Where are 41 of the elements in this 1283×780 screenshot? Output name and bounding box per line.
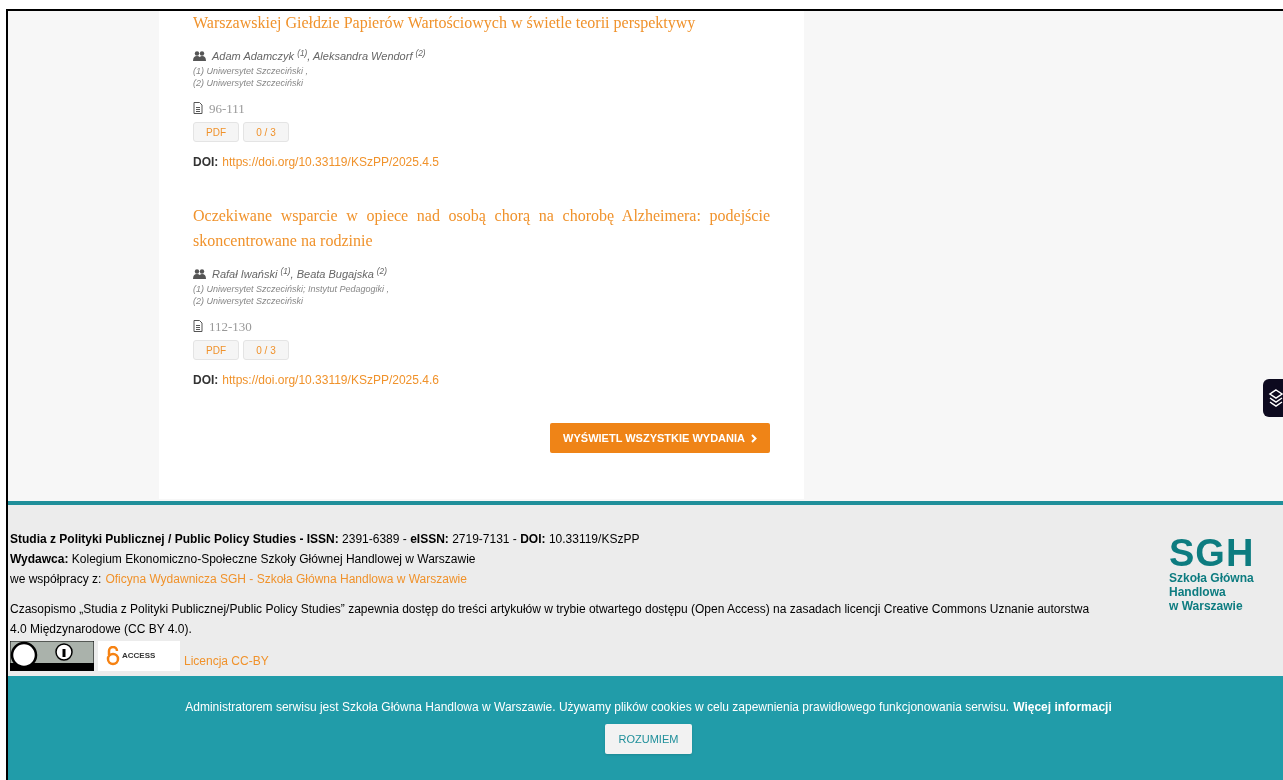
article-title-link[interactable]: Oczekiwane wsparcie w opiece nad osobą chorą na chorobę Alzheimera: podejście skoncentrowane na rodzinie — [193, 203, 770, 253]
cookie-notice-text: Administratorem serwisu jest Szkoła Główna Handlowa w Warszawie. Używamy plików cookies w celu zapewnienia prawidłowego funkcjonowania serwisu. — [185, 699, 1010, 716]
license-link[interactable]: Licencja CC-BY — [184, 651, 269, 671]
author-affiliation: (2) Uniwersytet Szczeciński — [193, 294, 304, 307]
cooperation-label: we współpracy z: — [10, 571, 102, 588]
doi-label: DOI: — [193, 372, 219, 389]
accept-cookies-button[interactable]: ROZUMIEM — [604, 724, 693, 754]
doi-link[interactable]: https://doi.org/10.33119/KSzPP/2025.4.6 — [222, 371, 439, 389]
sgh-logo-caption: Handlowa — [1169, 585, 1227, 599]
sgh-logo-caption: w Warszawie — [1169, 599, 1244, 613]
article-authors: Rafał Iwański $^{(1)}$, Beata Bugajska $^{(2)}$ — [212, 266, 387, 282]
doi-link[interactable]: https://doi.org/10.33119/KSzPP/2025.4.5 — [222, 153, 439, 171]
article-button[interactable]: PDF — [193, 340, 239, 360]
chevron-right-icon — [751, 433, 757, 443]
article-button[interactable]: PDF — [193, 122, 239, 142]
page-range: 96-111 — [209, 99, 245, 118]
journal-info: Studia z Polityki Publicznej / Public Policy Studies - ISSN: 2391-6389 - eISSN: 2719-7131 - DOI: 10.33119/KSzPP — [10, 531, 641, 548]
author-affiliation: (1) Uniwersytet Szczeciński , — [193, 64, 309, 77]
users-icon — [193, 51, 206, 62]
document-icon — [193, 102, 203, 115]
cc-by-license-icon — [10, 641, 94, 671]
author-affiliation: (2) Uniwersytet Szczeciński — [193, 76, 304, 89]
author-affiliation: (1) Uniwersytet Szczeciński; Instytut Pedagogiki , — [193, 282, 390, 295]
layers-icon — [1268, 389, 1283, 407]
open-access-text: ACCESS — [122, 650, 156, 662]
page-range: 112-130 — [209, 317, 252, 336]
users-icon — [193, 269, 206, 280]
more-info-link[interactable]: Więcej informacji — [1013, 698, 1112, 716]
article-title-link[interactable]: Warszawskiej Giełdzie Papierów Wartościowych w świetle teorii perspektywy — [193, 11, 770, 35]
publisher-link[interactable]: Oficyna Wydawnicza SGH - Szkoła Główna Handlowa w Warszawie — [105, 569, 467, 589]
document-icon — [193, 320, 203, 333]
sgh-logo-text: SGH — [1169, 535, 1256, 571]
publisher-info: Wydawca: Kolegium Ekonomiczno-Społeczne Szkoły Głównej Handlowej w Warszawie — [10, 551, 477, 568]
floating-widget-button[interactable] — [1263, 379, 1283, 417]
article-button[interactable]: 0 / 3 — [243, 340, 289, 360]
article-authors: Adam Adamczyk $^{(1)}$, Aleksandra Wendorf $^{(2)}$ — [212, 48, 426, 64]
license-text: Czasopismo „Studia z Polityki Publicznej/Public Policy Studies” zapewnia dostęp do treści artykułów w trybie otwartego dostępu (Open Access) na zasadach licencji Creative Commons Uznanie autorstwa 4.0 Międzynarodowe (CC BY 4.0). — [10, 601, 1091, 638]
article-button[interactable]: 0 / 3 — [243, 122, 289, 142]
doi-label: DOI: — [193, 154, 219, 171]
sgh-logo-caption: Szkoła Główna — [1169, 571, 1255, 585]
all-issues-button[interactable]: WYŚWIETL WSZYSTKIE WYDANIA — [550, 423, 770, 453]
